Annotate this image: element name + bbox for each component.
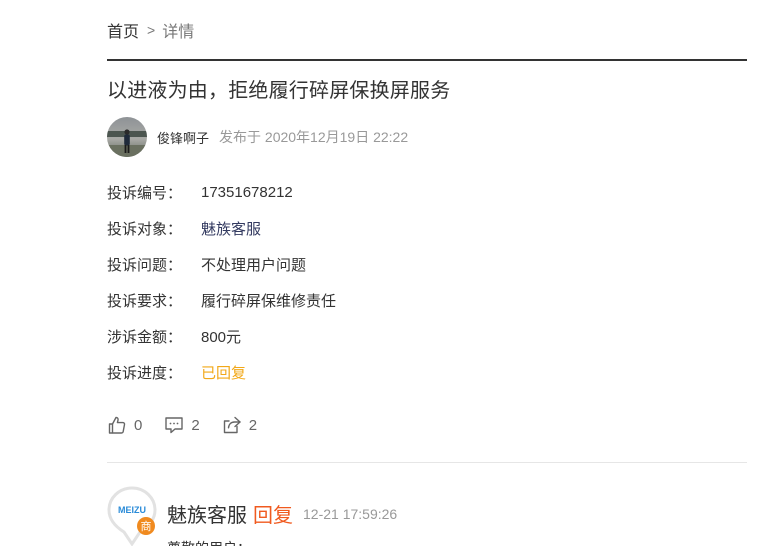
merchant-badge: 商: [141, 519, 152, 533]
user-avatar[interactable]: [107, 117, 147, 157]
reply-header: 魅族客服 回复 12-21 17:59:26: [167, 499, 397, 528]
share-button[interactable]: 2: [222, 415, 257, 435]
breadcrumb: 首页 > 详情: [107, 18, 194, 42]
breadcrumb-separator: >: [147, 22, 156, 38]
publish-time: 发布于 2020年12月19日 22:22: [219, 129, 409, 145]
section-divider: [107, 462, 747, 463]
info-label: 投诉问题：: [107, 256, 183, 274]
complaint-issue-value: 不处理用户问题: [201, 256, 307, 274]
breadcrumb-current: 详情: [162, 24, 195, 41]
info-label: 投诉编号：: [107, 184, 183, 202]
info-row-complaint-id: 投诉编号： 17351678212: [107, 174, 336, 210]
share-count: 2: [248, 416, 258, 434]
complaint-target-link[interactable]: 魅族客服: [201, 218, 261, 239]
thumbs-up-icon: [108, 416, 126, 434]
like-count: 0: [134, 416, 143, 434]
reply-author-name[interactable]: 魅族客服: [167, 499, 247, 528]
like-button[interactable]: 0: [107, 415, 142, 435]
reply-tag: 回复: [253, 505, 293, 527]
info-label: 投诉进度：: [107, 364, 183, 382]
reply-body: 尊敬的用户：: [167, 538, 251, 546]
info-label: 涉诉金额：: [107, 328, 183, 346]
share-icon: [223, 416, 241, 434]
title-divider: [107, 59, 747, 61]
action-bar: 0 2 2: [107, 414, 279, 436]
reply-time: 12-21 17:59:26: [303, 505, 398, 522]
info-row-complaint-progress: 投诉进度： 已回复: [107, 354, 336, 390]
info-row-complaint-amount: 涉诉金额： 800元: [107, 318, 336, 354]
info-row-complaint-demand: 投诉要求： 履行碎屏保维修责任: [107, 282, 336, 318]
complaint-id-value: 17351678212: [201, 183, 293, 201]
complaint-amount-value: 800元: [201, 328, 242, 346]
info-label: 投诉对象：: [107, 220, 183, 238]
complaint-info-list: 投诉编号： 17351678212 投诉对象： 魅族客服 投诉问题： 不处理用户…: [107, 174, 336, 390]
reply-item: MEIZU 商 魅族客服 回复 12-21 17:59:26 尊敬的用户：: [107, 486, 747, 546]
author-name[interactable]: 俊锋啊子: [157, 128, 209, 147]
page-title: 以进液为由，拒绝履行碎屏保换屏服务: [107, 80, 451, 102]
breadcrumb-home-link[interactable]: 首页: [107, 18, 139, 42]
author-info: 俊锋啊子 发布于 2020年12月19日 22:22: [107, 117, 408, 157]
comment-icon: [165, 417, 184, 434]
info-row-complaint-issue: 投诉问题： 不处理用户问题: [107, 246, 336, 282]
complaint-demand-value: 履行碎屏保维修责任: [201, 292, 337, 310]
meizu-logo-avatar[interactable]: MEIZU 商: [107, 486, 157, 546]
comment-count: 2: [191, 416, 200, 434]
meizu-logo-text: MEIZU: [118, 505, 146, 515]
info-row-complaint-target: 投诉对象： 魅族客服: [107, 210, 336, 246]
info-label: 投诉要求：: [107, 292, 183, 310]
comment-button[interactable]: 2: [164, 415, 200, 435]
status-badge: 已回复: [201, 364, 247, 382]
